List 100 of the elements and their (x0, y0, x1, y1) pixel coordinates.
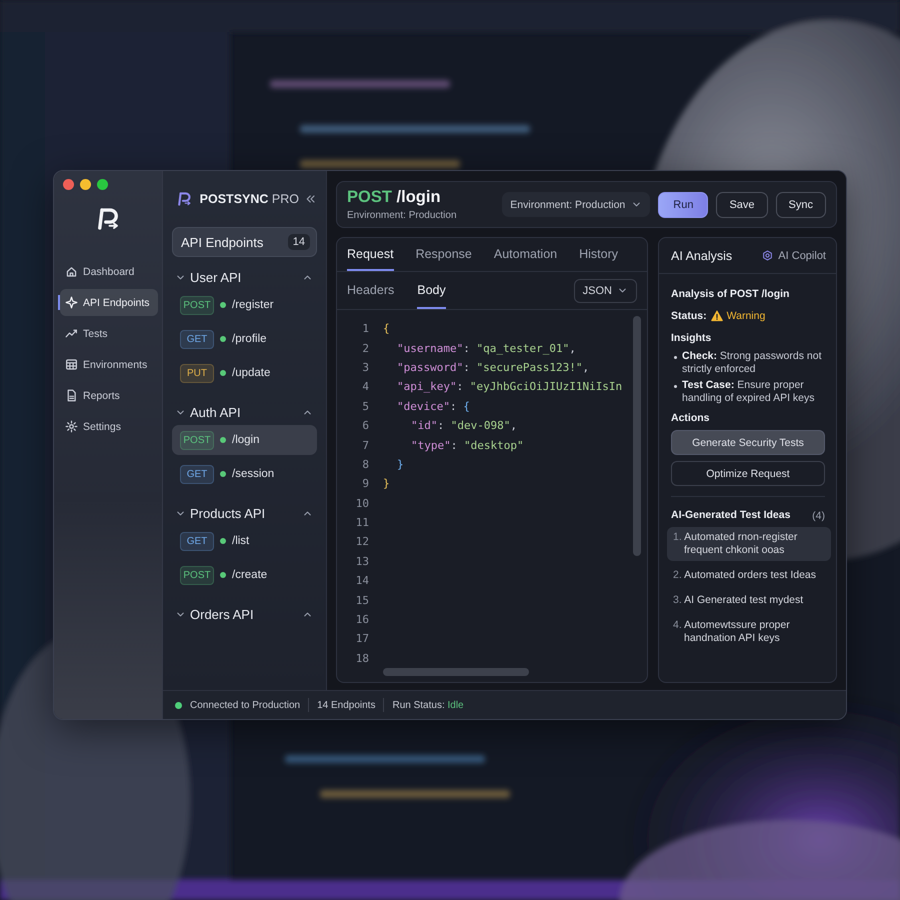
environment-label: Environment: Production (347, 210, 458, 221)
endpoint-item[interactable]: POST /login (172, 425, 317, 455)
endpoint-item[interactable]: PUT /update (172, 358, 317, 388)
action-button[interactable]: Sync (776, 192, 826, 218)
group-toggle[interactable]: Auth API (175, 405, 241, 420)
code-line: { (383, 322, 390, 336)
section-title: Insights (671, 332, 712, 344)
code-line: "username": "qa_tester_01", (396, 342, 576, 355)
line-number: 7 (361, 438, 369, 452)
line-number: 1 (361, 322, 369, 336)
hexagon-icon (762, 250, 774, 261)
nav-item[interactable]: Dashboard (60, 258, 158, 285)
line-number: 3 (361, 360, 369, 374)
nav-item[interactable]: API Endpoints (60, 289, 158, 316)
scrollbar[interactable] (633, 316, 641, 556)
method-tag: PUT (180, 364, 214, 382)
window-control-icon[interactable] (63, 179, 74, 190)
tab[interactable]: Automation (494, 238, 558, 271)
collapse-icon (305, 193, 317, 205)
tab[interactable]: History (579, 238, 618, 271)
nav-item[interactable]: Reports (60, 382, 158, 409)
idea-item[interactable]: 3. AI Generated test mydest (667, 590, 831, 611)
tab[interactable]: Response (416, 238, 472, 271)
idea-item[interactable]: 2. Automated orders test Ideas (667, 565, 831, 586)
code-line: "password": "securePass123!", (396, 360, 590, 374)
status-dot (220, 538, 226, 544)
endpoint-path: /session (232, 468, 274, 480)
bullet-icon (674, 356, 677, 359)
line-number: 18 (354, 652, 369, 665)
group-toggle[interactable]: Products API (175, 506, 266, 521)
warning-icon (710, 310, 723, 322)
method-tag: POST (180, 296, 214, 314)
endpoint-count: 14 Endpoints (317, 700, 376, 710)
trend-icon (65, 327, 78, 340)
run-status: Run Status: Idle (392, 700, 464, 710)
endpoint-path: /update (232, 367, 270, 379)
environment-dropdown[interactable]: Environment: Production (502, 192, 650, 217)
method-tag: GET (180, 464, 214, 484)
nav-item[interactable]: Environments (60, 351, 158, 378)
group-toggle[interactable]: Orders API (175, 607, 254, 622)
idea-item[interactable]: 1. Automated rnon-register frequent chkonit ooas (667, 527, 831, 561)
endpoint-item[interactable]: POST /register (172, 290, 317, 320)
nav-item[interactable]: Settings (60, 413, 158, 440)
line-number: 17 (354, 632, 369, 646)
status-label: Status: (671, 310, 707, 322)
request-title: POST /login (347, 188, 442, 207)
line-number: 8 (361, 458, 369, 471)
insight-text: Test Case: Ensure proper handling of expired API keys (682, 379, 816, 405)
nav-item[interactable]: Tests (60, 320, 158, 347)
section-title: API Endpoints (181, 234, 264, 250)
code-line: "id": "dev-098", (410, 419, 517, 432)
status-dot (220, 302, 226, 308)
code-line: "type": "desktop" (410, 438, 524, 452)
section-title: AI-Generated Test Ideas (671, 509, 790, 521)
copilot-link[interactable]: AI Copilot (762, 250, 826, 262)
action-button[interactable]: Generate Security Tests (671, 430, 825, 455)
endpoint-path: /list (232, 535, 250, 547)
endpoint-path: /login (232, 434, 260, 446)
endpoint-item[interactable]: GET /session (172, 459, 317, 489)
insight-text: Check: Strong passwords not strictly enforced (682, 350, 822, 376)
home-icon (65, 265, 78, 278)
panel-title: AI Analysis (671, 248, 732, 262)
endpoint-path: /register (232, 299, 274, 311)
endpoint-item[interactable]: GET /profile (172, 324, 317, 354)
idea-item[interactable]: 4. Automewtssure proper handnation API keys (667, 615, 831, 649)
window-control-icon[interactable] (97, 179, 108, 190)
method-tag: POST (180, 566, 214, 584)
line-number: 11 (354, 516, 369, 530)
endpoint-item[interactable]: GET /list (172, 526, 317, 556)
line-number: 6 (361, 419, 369, 432)
bullet-icon (674, 385, 677, 388)
sparkle-icon (65, 296, 78, 309)
status-dot (220, 370, 226, 376)
tab[interactable]: Request (347, 238, 394, 271)
code-line: "api_key": "eyJhbGciOiJIUzI1NiIsIn (396, 380, 622, 394)
status-dot (220, 437, 226, 443)
tab[interactable]: Headers (347, 272, 394, 309)
line-number: 5 (361, 400, 369, 413)
method-tag: GET (180, 330, 214, 348)
settings-icon (65, 420, 78, 433)
line-number: 12 (354, 535, 369, 548)
window-control-icon[interactable] (80, 179, 91, 190)
status-dot (220, 572, 226, 578)
action-button[interactable]: Optimize Request (671, 461, 825, 486)
group-toggle[interactable]: User API (175, 270, 242, 285)
scrollbar[interactable] (383, 668, 529, 676)
tab[interactable]: Body (417, 272, 446, 309)
line-number: 4 (361, 380, 369, 394)
status-dot (220, 336, 226, 342)
format-dropdown[interactable]: JSON (574, 278, 637, 302)
code-line: } (383, 477, 390, 490)
action-button[interactable]: Save (716, 192, 768, 218)
action-button[interactable]: Run (658, 192, 708, 218)
method-tag: POST (180, 430, 214, 450)
endpoint-item[interactable]: POST /create (172, 560, 317, 590)
analysis-title: Analysis of POST /login (671, 288, 790, 300)
endpoint-path: /create (232, 569, 268, 581)
app-name: POSTSYNC PRO (200, 192, 299, 206)
calendar-icon (65, 358, 78, 371)
line-number: 10 (354, 496, 369, 510)
